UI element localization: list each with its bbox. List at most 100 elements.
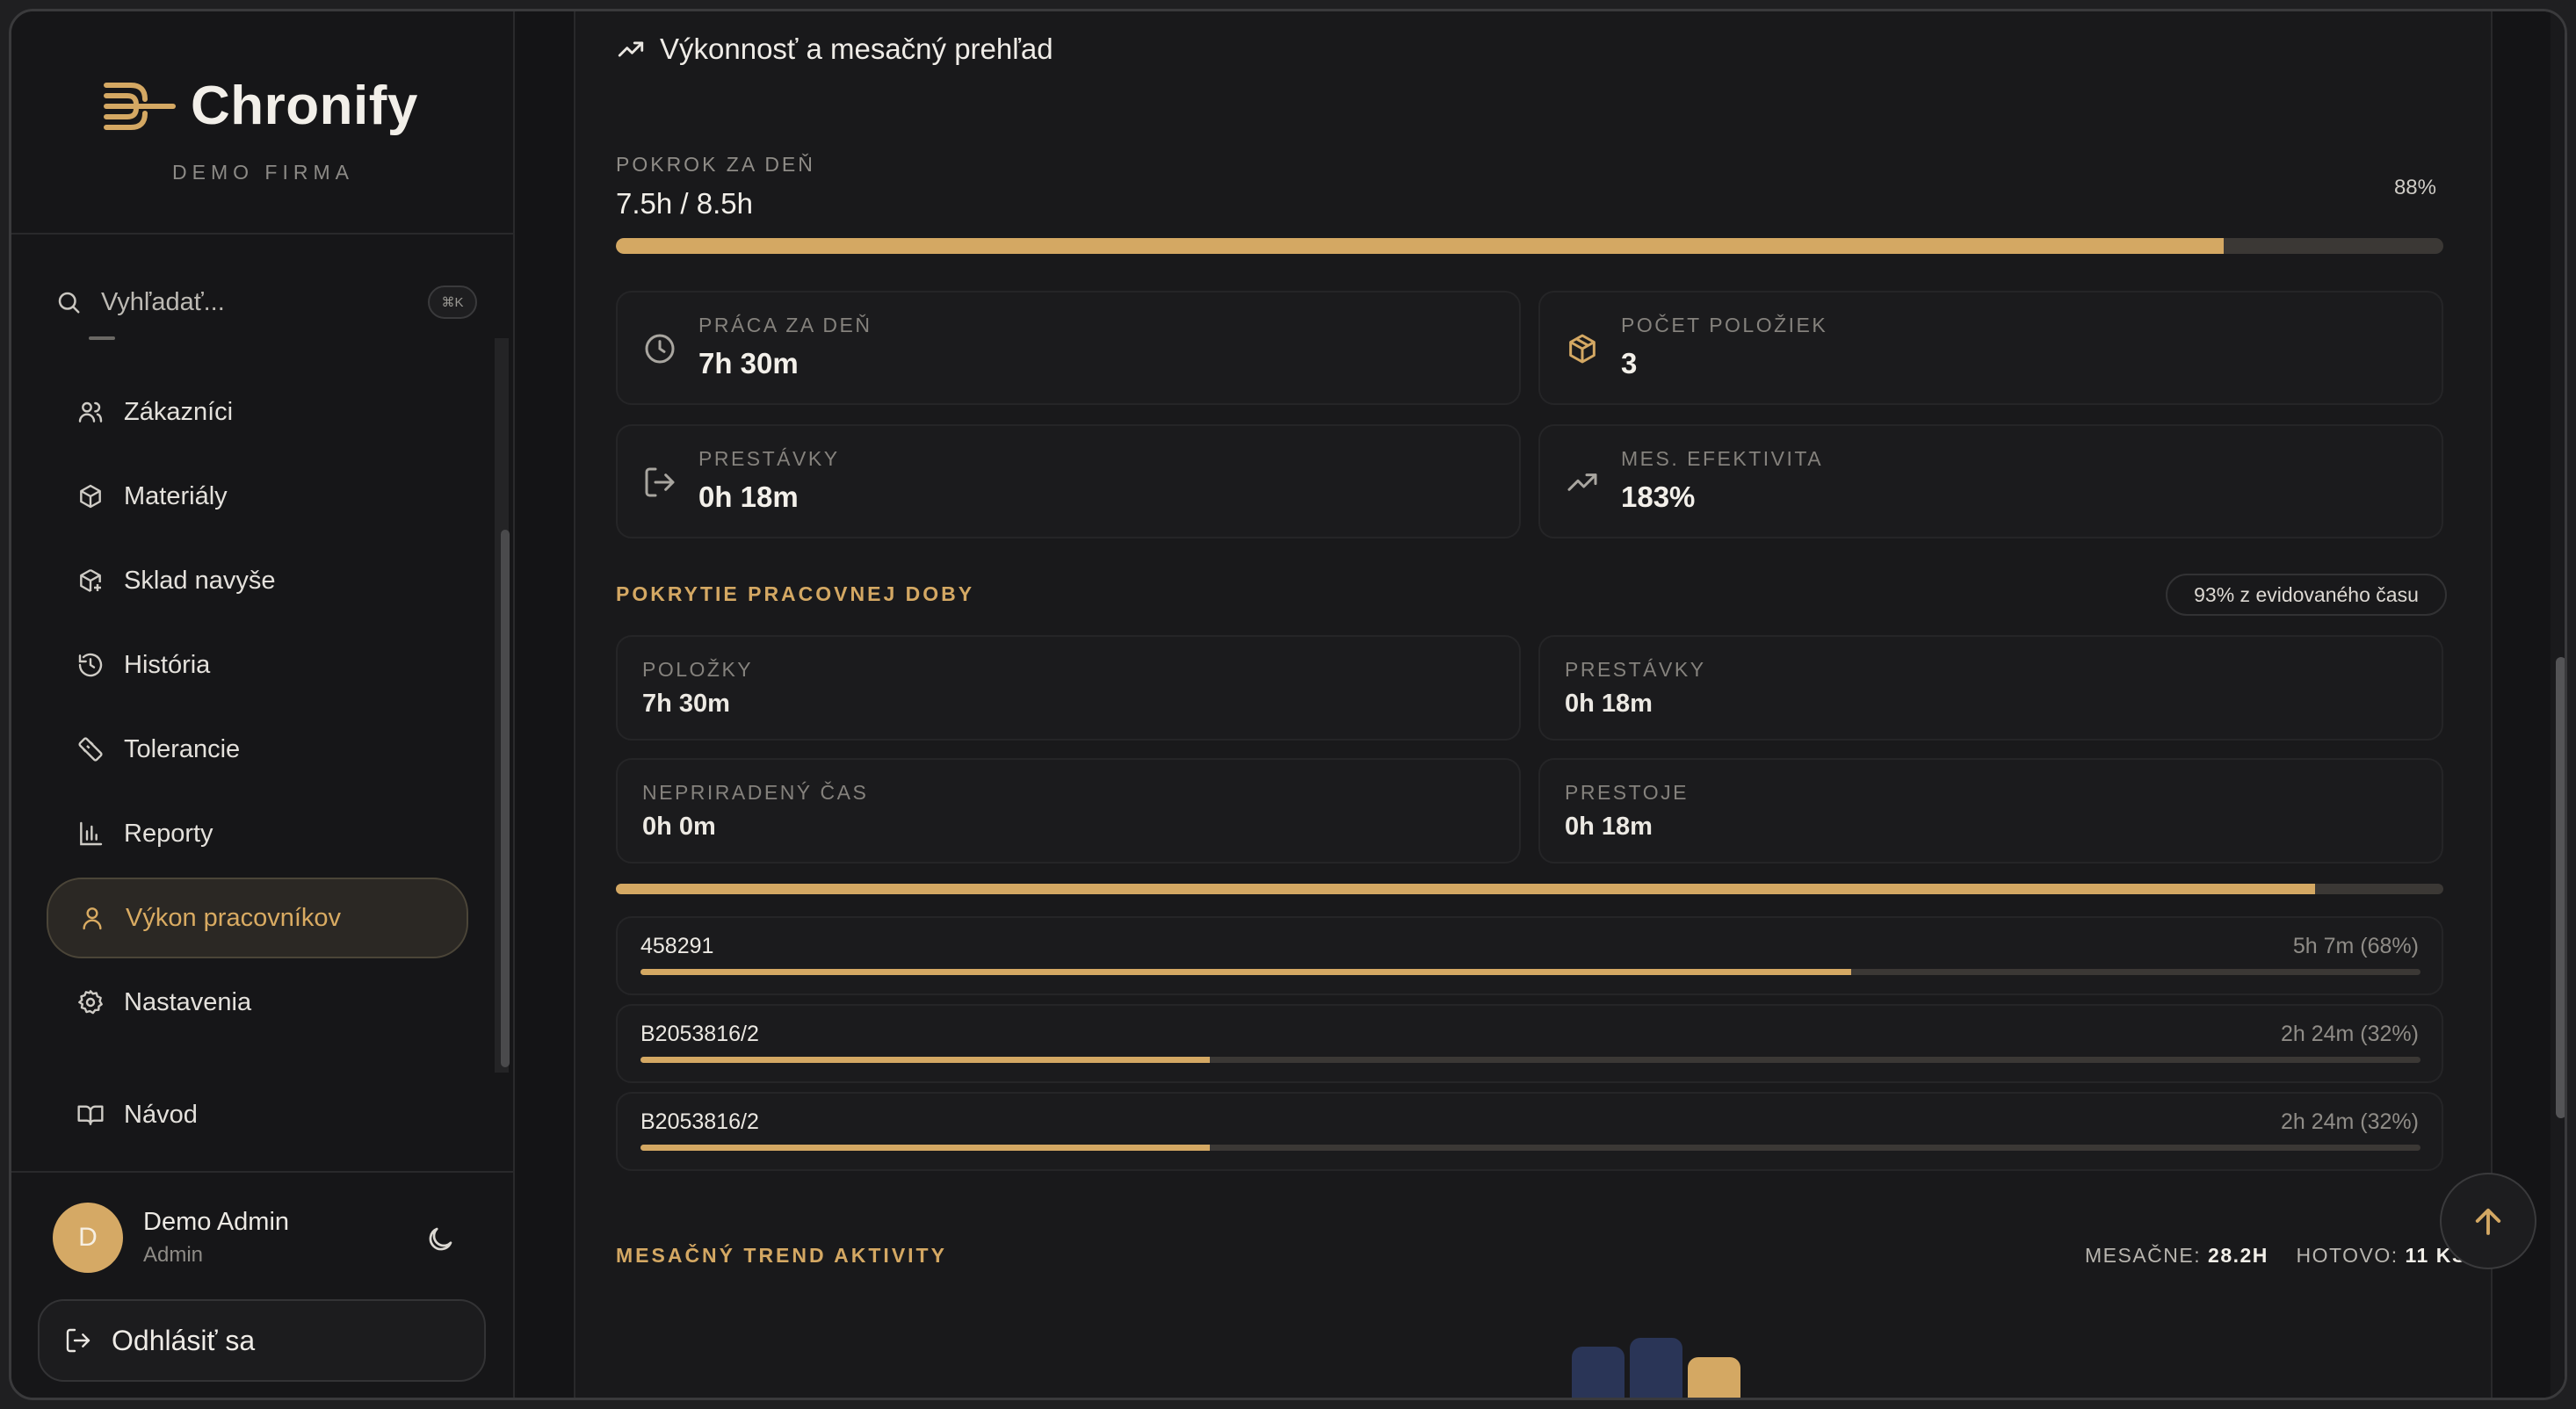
coverage-value: 0h 18m [1565,690,1653,718]
search-input[interactable] [101,287,391,317]
package-icon [76,482,105,510]
monthly-value: 28.2H [2208,1244,2268,1267]
item-bar [640,1057,2420,1063]
stat-label: PRÁCA ZA DEŇ [698,314,872,336]
avatar[interactable]: D [53,1203,123,1273]
stat-card-breaks: PRESTÁVKY 0h 18m [616,424,1521,538]
coverage-label: NEPRIRADENÝ ČAS [642,781,869,804]
sidebar: Chronify DEMO FIRMA ⌘K Zákazníci [11,11,515,1398]
coverage-value: 7h 30m [642,690,730,718]
sidebar-item-label: Výkon pracovníkov [126,903,342,932]
stat-card-items: POČET POLOŽIEK 3 [1538,291,2443,405]
trending-up-icon [1567,473,1597,491]
stat-value: 3 [1621,347,1638,379]
day-progress-value: 7.5h / 8.5h [616,187,753,220]
stat-card-efficiency: MES. EFEKTIVITA 183% [1538,424,2443,538]
book-icon [76,1101,105,1129]
coverage-bar [616,884,2443,894]
sidebar-scrollbar-thumb[interactable] [501,530,510,1067]
sidebar-item-label: Návod [124,1100,198,1129]
coverage-cell-downtime: PRESTOJE 0h 18m [1538,758,2443,863]
users-icon [76,398,105,426]
list-item[interactable]: B2053816/2 2h 24m (32%) [616,1092,2443,1171]
monthly-label: MESAČNE: [2085,1244,2202,1267]
coverage-cell-breaks: PRESTÁVKY 0h 18m [1538,635,2443,741]
list-item[interactable]: 458291 5h 7m (68%) [616,916,2443,995]
stat-value: 7h 30m [698,347,799,379]
sidebar-item-label: Sklad navyše [124,566,276,595]
scrolled-item-edge [89,336,115,340]
sidebar-item-nastavenia[interactable]: Nastavenia [47,962,468,1043]
arrow-up-icon [2475,1208,2501,1235]
company-name: DEMO FIRMA [172,161,354,184]
bar-chart-icon [76,820,105,848]
user-name: Demo Admin [143,1208,290,1236]
stat-label: MES. EFEKTIVITA [1621,447,1824,470]
item-name: B2053816/2 [640,1022,759,1046]
sidebar-item-label: Reporty [124,819,213,848]
logo[interactable]: Chronify [101,75,418,137]
sidebar-item-navod[interactable]: Návod [47,1074,468,1155]
sidebar-nav: Zákazníci Materiály Sklad navyše Históri… [38,336,477,1074]
user-role: Admin [143,1243,204,1267]
item-bar-fill [640,969,1851,975]
sidebar-item-tolerancie[interactable]: Tolerancie [47,709,468,790]
search-bar[interactable]: ⌘K [55,280,477,324]
item-time: 5h 7m (68%) [2292,934,2419,958]
app-window: Chronify DEMO FIRMA ⌘K Zákazníci [9,9,2567,1400]
coverage-value: 0h 0m [642,813,716,841]
item-bar [640,1145,2420,1151]
list-item[interactable]: B2053816/2 2h 24m (32%) [616,1004,2443,1083]
moon-icon[interactable] [424,1224,456,1255]
sidebar-item-materialy[interactable]: Materiály [47,456,468,537]
trend-stats: MESAČNE: 28.2H HOTOVO: 11 KS [2085,1244,2465,1268]
sidebar-item-label: Nastavenia [124,987,252,1016]
coverage-badge: 93% z evidovaného času [2166,574,2447,616]
sidebar-item-label: Materiály [124,481,228,510]
stat-card-work: PRÁCA ZA DEŇ 7h 30m [616,291,1521,405]
package-icon [1569,334,1596,364]
sidebar-item-reporty[interactable]: Reporty [47,793,468,874]
sidebar-item-label: Zákazníci [124,397,234,426]
history-icon [76,651,105,679]
item-time: 2h 24m (32%) [2280,1109,2419,1134]
coverage-bar-fill [616,884,2316,894]
trend-bar [1630,1338,1682,1398]
item-bar [640,969,2420,975]
chronify-logo-icon [104,82,176,130]
user-icon [78,904,106,932]
coverage-value: 0h 18m [1565,813,1653,841]
sidebar-item-sklad-navyse[interactable]: Sklad navyše [47,540,468,621]
clock-icon [645,334,675,364]
search-shortcut-badge: ⌘K [428,285,477,319]
trend-title: MESAČNÝ TREND AKTIVITY [616,1244,947,1267]
section-title-text: Výkonnosť a mesačný prehľad [660,33,1053,65]
coverage-cell-unassigned: NEPRIRADENÝ ČAS 0h 0m [616,758,1521,863]
logout-button[interactable]: Odhlásiť sa [38,1299,486,1382]
main-scrollbar-thumb[interactable] [2556,657,2565,1118]
trend-bar [1572,1347,1624,1398]
coverage-cell-items: POLOŽKY 7h 30m [616,635,1521,741]
stat-value: 183% [1621,481,1696,513]
day-progress-bar [616,238,2443,254]
stat-label: POČET POLOŽIEK [1621,314,1828,336]
sidebar-item-historia[interactable]: História [47,625,468,705]
brand-header: Chronify DEMO FIRMA [11,11,515,235]
scroll-to-top-button[interactable] [2440,1173,2536,1269]
app-name: Chronify [191,76,418,136]
trending-up-icon [618,41,644,57]
day-progress-percent: 88% [2393,176,2436,199]
coverage-label: POLOŽKY [642,658,754,681]
logout-icon [645,467,675,497]
stat-value: 0h 18m [698,481,799,513]
item-bar-fill [640,1145,1211,1151]
item-name: B2053816/2 [640,1109,759,1134]
done-label: HOTOVO: [2296,1244,2399,1267]
trend-bar [1688,1357,1740,1398]
item-time: 2h 24m (32%) [2280,1022,2419,1046]
sidebar-item-vykon-pracovnikov[interactable]: Výkon pracovníkov [47,878,468,958]
stat-label: PRESTÁVKY [698,447,840,470]
sidebar-item-zakaznici[interactable]: Zákazníci [47,372,468,452]
sidebar-item-label: Tolerancie [124,734,241,763]
trend-chart [1558,1329,2015,1398]
